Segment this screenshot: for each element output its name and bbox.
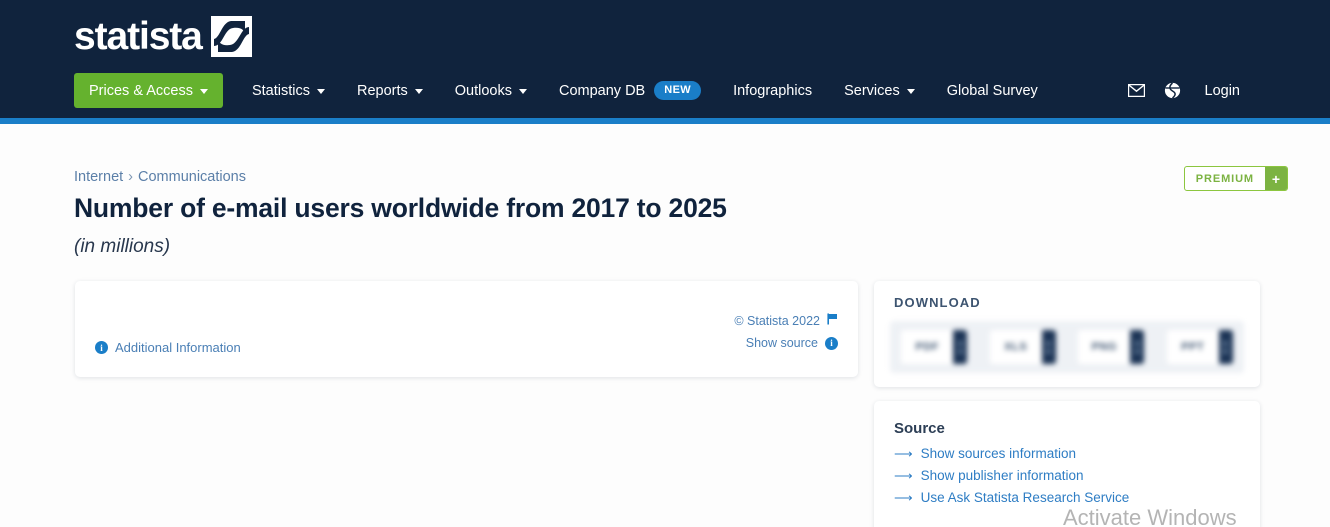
main-navigation: Prices & Access Statistics Reports Outlo…: [74, 73, 1054, 108]
chevron-down-icon: [316, 89, 325, 94]
envelope-icon[interactable]: [1119, 73, 1155, 108]
download-format-label: PDF: [901, 330, 954, 364]
nav-item-label: Statistics: [251, 82, 310, 99]
download-png-button[interactable]: PNG: [1078, 330, 1145, 364]
copyright-label: © Statista 2022: [734, 313, 820, 328]
source-link-label: Show sources information: [920, 446, 1076, 461]
globe-icon[interactable]: [1155, 73, 1191, 108]
nav-item-label: Services: [844, 82, 900, 99]
nav-item-statistics[interactable]: Statistics: [236, 73, 341, 108]
page-subtitle: (in millions): [74, 236, 171, 257]
statista-page: statista Prices & Access Statistics Repo…: [0, 0, 1330, 527]
show-source-link[interactable]: Show source i: [746, 336, 838, 350]
page-title: Number of e-mail users worldwide from 20…: [74, 193, 727, 223]
plus-icon: +: [1265, 167, 1287, 190]
site-header: statista Prices & Access Statistics Repo…: [0, 0, 1330, 118]
premium-label: PREMIUM: [1195, 172, 1254, 185]
nav-item-company-db[interactable]: Company DB NEW: [543, 73, 717, 108]
statista-logo[interactable]: statista: [74, 16, 252, 57]
chevron-down-icon: [906, 89, 915, 94]
show-source-label: Show source: [745, 336, 818, 350]
breadcrumb-item-internet[interactable]: Internet: [74, 169, 123, 185]
chart-card: i Additional Information © Statista 2022…: [75, 281, 858, 377]
nav-item-outlooks[interactable]: Outlooks: [439, 73, 543, 108]
nav-item-prices-access[interactable]: Prices & Access: [74, 73, 223, 108]
header-utility-nav: Login: [1119, 73, 1254, 108]
arrow-right-icon: ⟶: [894, 490, 913, 505]
source-link-label: Show publisher information: [920, 468, 1084, 483]
premium-badge[interactable]: PREMIUM +: [1183, 166, 1288, 191]
additional-information-label: Additional Information: [115, 340, 241, 355]
arrow-right-icon: ⟶: [894, 446, 913, 461]
nav-item-label: Company DB: [558, 82, 646, 99]
source-link-label: Use Ask Statista Research Service: [920, 490, 1130, 505]
header-accent-bar: [0, 118, 1330, 124]
nav-item-label: Global Survey: [946, 82, 1038, 99]
nav-item-infographics[interactable]: Infographics: [717, 73, 828, 108]
nav-item-label: Prices & Access: [89, 82, 193, 99]
login-button[interactable]: Login: [1191, 73, 1254, 108]
additional-information-link[interactable]: i Additional Information: [95, 340, 241, 355]
chevron-down-icon: [414, 89, 423, 94]
download-arrow-icon: [953, 330, 968, 364]
nav-item-global-survey[interactable]: Global Survey: [931, 73, 1054, 108]
download-format-label: PPT: [1166, 330, 1219, 364]
breadcrumb-separator: ›: [128, 169, 134, 185]
info-circle-icon: i: [825, 336, 838, 350]
new-badge: NEW: [654, 81, 702, 100]
download-heading: DOWNLOAD: [894, 295, 981, 310]
nav-item-label: Infographics: [733, 82, 813, 99]
nav-item-services[interactable]: Services: [828, 73, 931, 108]
breadcrumb-item-communications[interactable]: Communications: [138, 169, 246, 185]
show-publisher-information-link[interactable]: ⟶ Show publisher information: [894, 468, 1240, 483]
download-panel: DOWNLOAD PDF XLS PNG PPT: [874, 281, 1260, 387]
nav-item-label: Reports: [356, 82, 408, 99]
source-panel: Source ⟶ Show sources information ⟶ Show…: [874, 401, 1260, 527]
info-circle-icon: i: [95, 341, 108, 354]
download-arrow-icon: [1130, 330, 1145, 364]
logo-wordmark: statista: [74, 15, 203, 58]
arrow-right-icon: ⟶: [894, 468, 913, 483]
use-ask-statista-research-service-link[interactable]: ⟶ Use Ask Statista Research Service: [894, 490, 1240, 505]
show-sources-information-link[interactable]: ⟶ Show sources information: [894, 446, 1240, 461]
breadcrumb: Internet › Communications: [74, 169, 246, 185]
chart-card-meta: © Statista 2022 Show source i: [734, 313, 838, 350]
flag-icon[interactable]: [827, 313, 838, 328]
download-format-label: XLS: [989, 330, 1042, 364]
download-arrow-icon: [1218, 330, 1233, 364]
statista-swash-logo-icon: [210, 16, 252, 57]
download-pdf-button[interactable]: PDF: [901, 330, 968, 364]
nav-item-label: Outlooks: [454, 82, 512, 99]
chevron-down-icon: [199, 89, 208, 94]
source-heading: Source: [894, 420, 945, 437]
copyright-row: © Statista 2022: [734, 313, 838, 328]
download-format-label: PNG: [1078, 330, 1131, 364]
download-xls-button[interactable]: XLS: [989, 330, 1056, 364]
download-arrow-icon: [1041, 330, 1056, 364]
nav-item-reports[interactable]: Reports: [341, 73, 439, 108]
download-buttons-row: PDF XLS PNG PPT: [890, 321, 1244, 373]
download-ppt-button[interactable]: PPT: [1166, 330, 1233, 364]
chevron-down-icon: [518, 89, 527, 94]
